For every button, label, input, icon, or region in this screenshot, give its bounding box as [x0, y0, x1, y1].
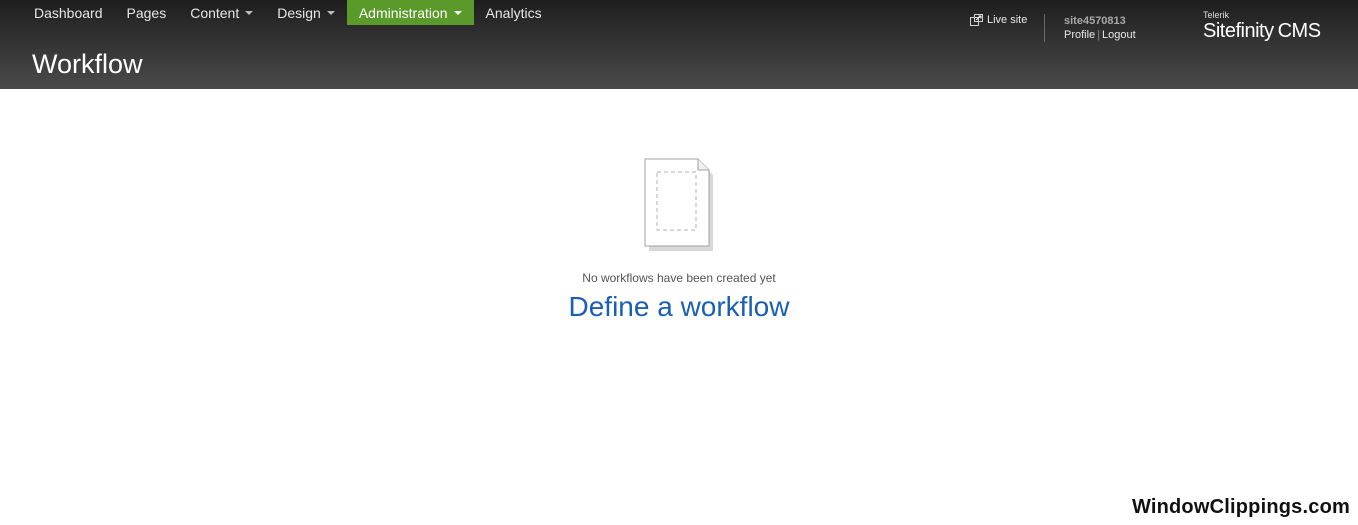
define-workflow-link[interactable]: Define a workflow: [569, 291, 790, 323]
nav-dashboard-label: Dashboard: [34, 4, 103, 21]
caret-down-icon: [326, 11, 335, 15]
nav-design-label: Design: [277, 4, 321, 21]
nav-pages-label: Pages: [126, 4, 167, 21]
live-site-link[interactable]: Live site: [970, 14, 1027, 26]
nav-design[interactable]: Design: [265, 0, 347, 25]
nav-content[interactable]: Content: [178, 0, 265, 25]
external-link-icon: [970, 14, 983, 26]
header-divider: [1044, 14, 1045, 42]
brand-product: Sitefinity CMS: [1203, 20, 1321, 42]
user-info: site4570813 Profile | Logout: [1064, 15, 1136, 42]
logout-link[interactable]: Logout: [1102, 29, 1136, 41]
nav-dashboard[interactable]: Dashboard: [22, 0, 115, 25]
caret-down-icon: [453, 11, 462, 15]
empty-message: No workflows have been created yet: [582, 271, 776, 285]
nav-administration[interactable]: Administration: [346, 0, 474, 25]
nav-pages[interactable]: Pages: [115, 0, 179, 25]
page-title: Workflow: [32, 49, 143, 79]
user-links: Profile | Logout: [1064, 29, 1136, 42]
nav-content-label: Content: [190, 4, 240, 21]
top-header: Dashboard Pages Content Design Administr…: [0, 0, 1358, 89]
nav-administration-label: Administration: [358, 4, 448, 21]
caret-down-icon: [245, 11, 254, 15]
empty-state: No workflows have been created yet Defin…: [0, 158, 1358, 323]
document-icon: [644, 158, 713, 251]
brand-vendor: Telerik: [1203, 10, 1230, 20]
username: site4570813: [1064, 15, 1126, 27]
profile-link[interactable]: Profile: [1064, 29, 1095, 41]
brand-name: Sitefinity: [1203, 20, 1274, 42]
main-nav: Dashboard Pages Content Design Administr…: [22, 0, 554, 25]
nav-analytics[interactable]: Analytics: [474, 0, 554, 25]
brand-suffix: CMS: [1277, 20, 1321, 42]
watermark: WindowClippings.com: [1131, 496, 1350, 518]
brand-logo: Telerik Sitefinity CMS: [1203, 10, 1321, 42]
nav-analytics-label: Analytics: [485, 4, 542, 21]
live-site-label: Live site: [987, 14, 1028, 26]
